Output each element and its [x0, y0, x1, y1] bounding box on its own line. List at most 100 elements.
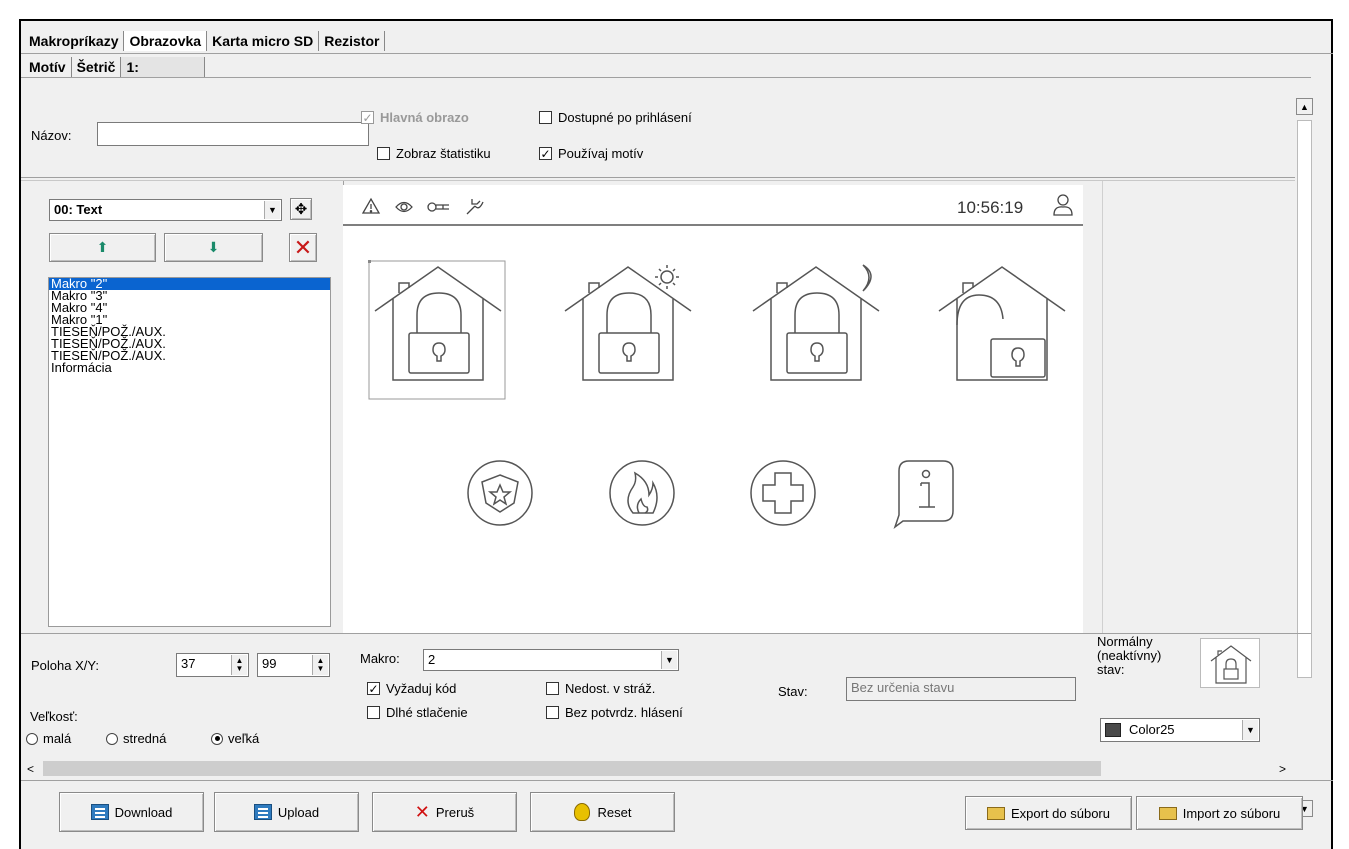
abort-x-icon: ✕	[414, 801, 430, 822]
tab-screen[interactable]: Obrazovka	[124, 31, 208, 51]
use-theme-label: Používaj motív	[558, 146, 644, 161]
upload-icon	[253, 804, 272, 820]
house-lock-small-icon	[1210, 645, 1252, 684]
size-small-radio[interactable]: malá	[26, 731, 71, 746]
import-label: Import zo súboru	[1182, 805, 1281, 821]
no-confirm-checkbox[interactable]: Bez potvrdz. hlásení	[546, 705, 683, 720]
options-divider	[21, 177, 1311, 178]
long-press-box	[367, 706, 380, 719]
user-icon	[1053, 194, 1073, 216]
long-press-checkbox[interactable]: Dlhé stlačenie	[367, 705, 468, 720]
size-label: Veľkosť:	[30, 709, 78, 724]
normal-state-line-3: stav:	[1097, 662, 1125, 677]
chevron-down-icon: ▼	[661, 651, 677, 669]
size-medium-radio[interactable]: stredná	[106, 731, 166, 746]
normal-state-line-1: Normálny	[1097, 634, 1153, 649]
main-screen-checkmark: ✓	[361, 110, 374, 125]
preview-svg: 10:56:19	[343, 194, 1083, 530]
add-element-button[interactable]: ✥	[290, 198, 312, 220]
tab-screen-1[interactable]: 1:	[121, 57, 206, 77]
scroll-right-icon[interactable]: >	[1279, 762, 1286, 776]
state-field: Bez určenia stavu	[846, 677, 1076, 701]
main-screen-label: Hlavná obrazo	[380, 110, 469, 125]
macro-list[interactable]: Makro "2" Makro "3" Makro "4" Makro "1" …	[48, 277, 331, 627]
show-statistics-checkbox[interactable]: Zobraz štatistiku	[377, 146, 491, 161]
horizontal-scrollbar[interactable]: < >	[21, 759, 1311, 778]
main-screen-checkbox[interactable]: ✓ Hlavná obrazo	[361, 110, 469, 125]
long-press-label: Dlhé stlačenie	[386, 705, 468, 720]
list-item[interactable]: Informácia	[49, 361, 330, 374]
warning-icon	[361, 197, 381, 214]
plus-icon: ✥	[294, 201, 308, 218]
not-available-armed-checkbox[interactable]: Nedost. v stráž.	[546, 681, 655, 696]
available-after-login-label: Dostupné po prihlásení	[558, 110, 692, 125]
name-label: Názov:	[31, 128, 72, 143]
screen-preview[interactable]: 10:56:19	[343, 185, 1083, 633]
delete-button[interactable]: ✕	[289, 233, 317, 262]
spinner-y[interactable]: ▲ ▼	[312, 655, 328, 675]
require-code-checkbox[interactable]: ✓ Vyžaduj kód	[367, 681, 456, 696]
house-lock-icon	[374, 266, 502, 381]
tab-microsd[interactable]: Karta micro SD	[207, 31, 320, 51]
hscroll-thumb[interactable]	[43, 761, 1101, 776]
size-large-label: veľká	[228, 731, 260, 746]
move-up-button[interactable]: ⬆	[49, 233, 156, 262]
tab-macros[interactable]: Makropríkazy	[29, 31, 125, 51]
name-input[interactable]	[97, 122, 369, 146]
normal-state-preview[interactable]	[1200, 638, 1260, 688]
size-medium-label: stredná	[123, 731, 167, 746]
arrow-down-icon: ⬇	[207, 239, 220, 255]
show-statistics-box	[377, 147, 390, 160]
key-icon	[427, 202, 449, 212]
available-after-login-checkbox[interactable]: Dostupné po prihlásení	[539, 110, 692, 125]
main-window: Makropríkazy Obrazovka Karta micro SD Re…	[19, 19, 1333, 849]
abort-button[interactable]: ✕ Preruš	[372, 792, 517, 832]
selection-handle	[368, 260, 371, 263]
delete-x-icon: ✕	[293, 234, 313, 260]
chevron-down-icon: ▼	[264, 201, 280, 219]
import-button[interactable]: Import zo súboru	[1136, 796, 1303, 830]
download-icon	[90, 804, 109, 820]
preview-side-divider	[1102, 181, 1103, 633]
size-large-radio[interactable]: veľká	[211, 731, 259, 746]
radio-circle	[211, 732, 223, 745]
radio-circle	[26, 732, 38, 745]
normal-state-line-2: (neaktívny)	[1097, 648, 1162, 663]
scroll-thumb[interactable]	[1297, 120, 1312, 678]
position-x-input[interactable]: 37 ▲ ▼	[176, 653, 249, 677]
tab-theme[interactable]: Motív	[29, 57, 72, 77]
scroll-up-button[interactable]: ▲	[1296, 98, 1313, 115]
element-dropdown[interactable]: 00: Text ▼	[49, 199, 282, 221]
fire-icon	[609, 460, 675, 526]
macro-dropdown[interactable]: 2 ▼	[423, 649, 679, 671]
police-badge-icon	[467, 460, 533, 526]
position-label: Poloha X/Y:	[31, 658, 99, 673]
tab-resistor[interactable]: Rezistor	[319, 31, 386, 51]
house-lock-sun-icon	[564, 265, 692, 381]
download-button[interactable]: Download	[59, 792, 204, 832]
download-label: Download	[114, 804, 173, 820]
upload-button[interactable]: Upload	[214, 792, 359, 832]
scroll-left-icon[interactable]: <	[27, 762, 34, 776]
tab-screensaver[interactable]: Šetrič	[72, 57, 122, 77]
footer-divider	[21, 780, 1333, 781]
use-theme-checkbox[interactable]: ✓ Používaj motív	[539, 146, 643, 161]
vertical-scrollbar[interactable]: ▲ ▼	[1295, 98, 1314, 817]
eye-icon	[395, 201, 413, 213]
position-x-value: 37	[181, 656, 196, 671]
spinner-x[interactable]: ▲ ▼	[231, 655, 247, 675]
export-button[interactable]: Export do súboru	[965, 796, 1132, 830]
position-y-input[interactable]: 99 ▲ ▼	[257, 653, 330, 677]
macro-dropdown-value: 2	[428, 652, 436, 667]
info-icon	[893, 460, 954, 530]
require-code-checkmark: ✓	[367, 681, 380, 696]
use-theme-checkmark: ✓	[539, 146, 552, 161]
chevron-down-icon: ▼	[1242, 720, 1258, 740]
medical-cross-icon	[750, 460, 816, 526]
move-down-button[interactable]: ⬇	[164, 233, 263, 262]
show-statistics-label: Zobraz štatistiku	[396, 146, 491, 161]
house-lock-moon-icon	[752, 264, 880, 381]
reset-button[interactable]: Reset	[530, 792, 675, 832]
color-dropdown[interactable]: Color25 ▼	[1100, 718, 1260, 742]
reset-label: Reset	[597, 804, 632, 820]
